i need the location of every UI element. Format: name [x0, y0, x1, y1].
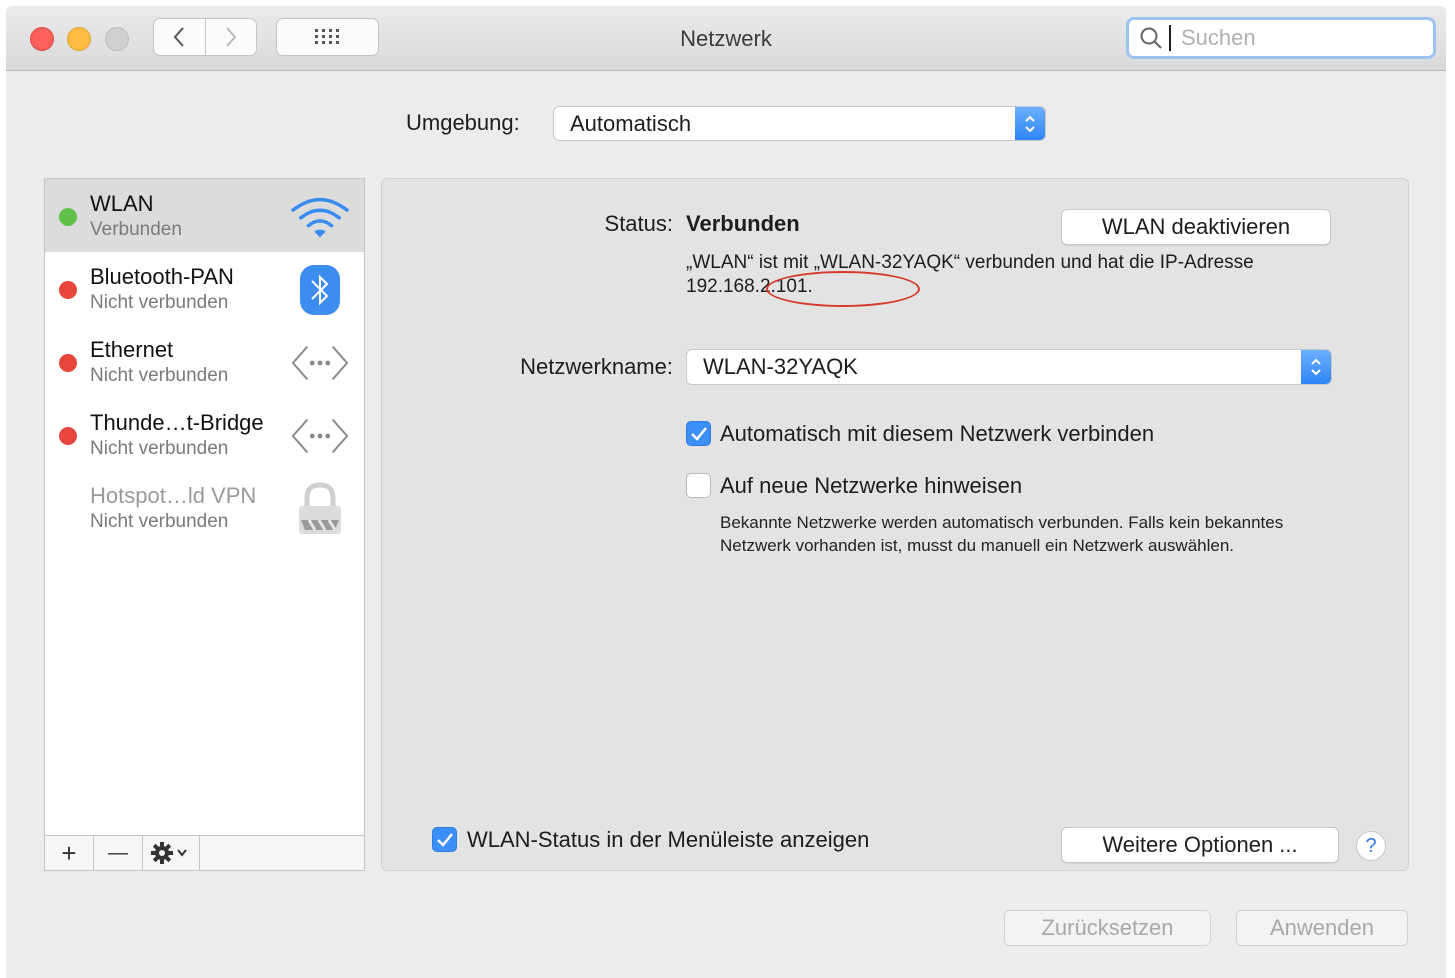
bluetooth-icon — [290, 262, 350, 318]
checkmark-icon — [436, 832, 453, 847]
service-status: Nicht verbunden — [90, 365, 229, 386]
service-status: Verbunden — [90, 219, 182, 240]
show-all-button[interactable] — [276, 18, 379, 56]
ask-join-label: Auf neue Netzwerke hinweisen — [720, 473, 1023, 498]
title-bar: Netzwerk — [6, 6, 1446, 71]
checkmark-icon — [690, 426, 707, 441]
close-window-button[interactable] — [30, 27, 54, 51]
service-status: Nicht verbunden — [90, 438, 229, 459]
status-dot — [59, 354, 77, 372]
menubar-status-label: WLAN-Status in der Menüleiste anzeigen — [467, 827, 870, 852]
wifi-icon — [290, 189, 350, 245]
service-name: Thunde…t-Bridge — [90, 410, 264, 435]
window-title: Netzwerk — [680, 26, 772, 51]
more-options-button[interactable]: Weitere Optionen ... — [1061, 827, 1339, 863]
service-item-bluetooth-pan[interactable]: Bluetooth-PAN Nicht verbunden — [45, 252, 364, 325]
popup-arrows-icon — [1301, 350, 1331, 384]
back-button[interactable] — [154, 19, 205, 55]
location-label: Umgebung: — [406, 110, 520, 135]
auto-join-checkbox[interactable] — [686, 421, 711, 446]
search-input[interactable] — [1179, 24, 1423, 52]
auto-join-label: Automatisch mit diesem Netzwerk verbinde… — [720, 421, 1155, 446]
network-name-label: Netzwerkname: — [520, 354, 673, 379]
service-name: Ethernet — [90, 337, 174, 362]
zoom-window-button[interactable] — [105, 27, 129, 51]
text-cursor — [1169, 25, 1171, 51]
service-list: WLAN Verbunden Bluetooth-PAN Nicht verbu… — [44, 178, 365, 871]
grid-icon — [314, 29, 339, 44]
ask-join-hint: Bekannte Netzwerke werden automatisch ve… — [720, 513, 1284, 555]
location-value: Automatisch — [570, 110, 692, 136]
wlan-disable-button[interactable]: WLAN deaktivieren — [1061, 209, 1331, 245]
forward-button[interactable] — [204, 19, 257, 55]
action-menu-button[interactable] — [143, 836, 200, 870]
location-popup[interactable]: Automatisch — [553, 106, 1046, 141]
status-label: Status: — [604, 211, 673, 236]
remove-service-button[interactable]: — — [94, 836, 143, 870]
thunderbolt-bridge-icon — [290, 408, 350, 464]
reset-button[interactable]: Zurücksetzen — [1004, 910, 1211, 946]
service-name: WLAN — [90, 191, 154, 216]
service-name: Bluetooth-PAN — [90, 264, 234, 289]
network-preferences-window: Netzwerk Umgebung: Automatisch WLAN Verb… — [6, 6, 1446, 978]
popup-arrows-icon — [1015, 107, 1045, 140]
network-name-value: WLAN-32YAQK — [703, 354, 858, 379]
service-item-ethernet[interactable]: Ethernet Nicht verbunden — [45, 325, 364, 398]
service-list-toolbar: + — — [45, 835, 364, 870]
gear-icon — [151, 842, 187, 864]
status-dot — [59, 208, 77, 226]
detail-panel: Status: Verbunden WLAN deaktivieren „WLA… — [381, 178, 1409, 871]
service-item-vpn[interactable]: Hotspot…ld VPN Nicht verbunden — [45, 471, 364, 544]
help-button[interactable]: ? — [1356, 831, 1386, 861]
apply-button[interactable]: Anwenden — [1236, 910, 1408, 946]
ip-address-highlight — [766, 271, 920, 307]
search-field[interactable] — [1126, 17, 1436, 59]
service-item-thunderbolt-bridge[interactable]: Thunde…t-Bridge Nicht verbunden — [45, 398, 364, 471]
status-value: Verbunden — [686, 211, 800, 236]
service-item-wlan[interactable]: WLAN Verbunden — [45, 179, 364, 252]
menubar-status-checkbox[interactable] — [432, 827, 457, 852]
ask-join-checkbox[interactable] — [686, 473, 711, 498]
network-name-popup[interactable]: WLAN-32YAQK — [686, 349, 1332, 385]
minimize-window-button[interactable] — [67, 27, 91, 51]
add-service-button[interactable]: + — [45, 836, 94, 870]
back-forward-group — [153, 18, 257, 56]
status-dot — [59, 281, 77, 299]
ethernet-icon — [290, 335, 350, 391]
vpn-lock-icon — [290, 481, 350, 537]
chevron-right-icon — [226, 27, 237, 47]
status-dot — [59, 427, 77, 445]
service-status: Nicht verbunden — [90, 292, 229, 313]
service-status: Nicht verbunden — [90, 511, 229, 532]
chevron-left-icon — [173, 27, 184, 47]
service-name: Hotspot…ld VPN — [90, 483, 257, 508]
search-icon — [1140, 27, 1162, 49]
